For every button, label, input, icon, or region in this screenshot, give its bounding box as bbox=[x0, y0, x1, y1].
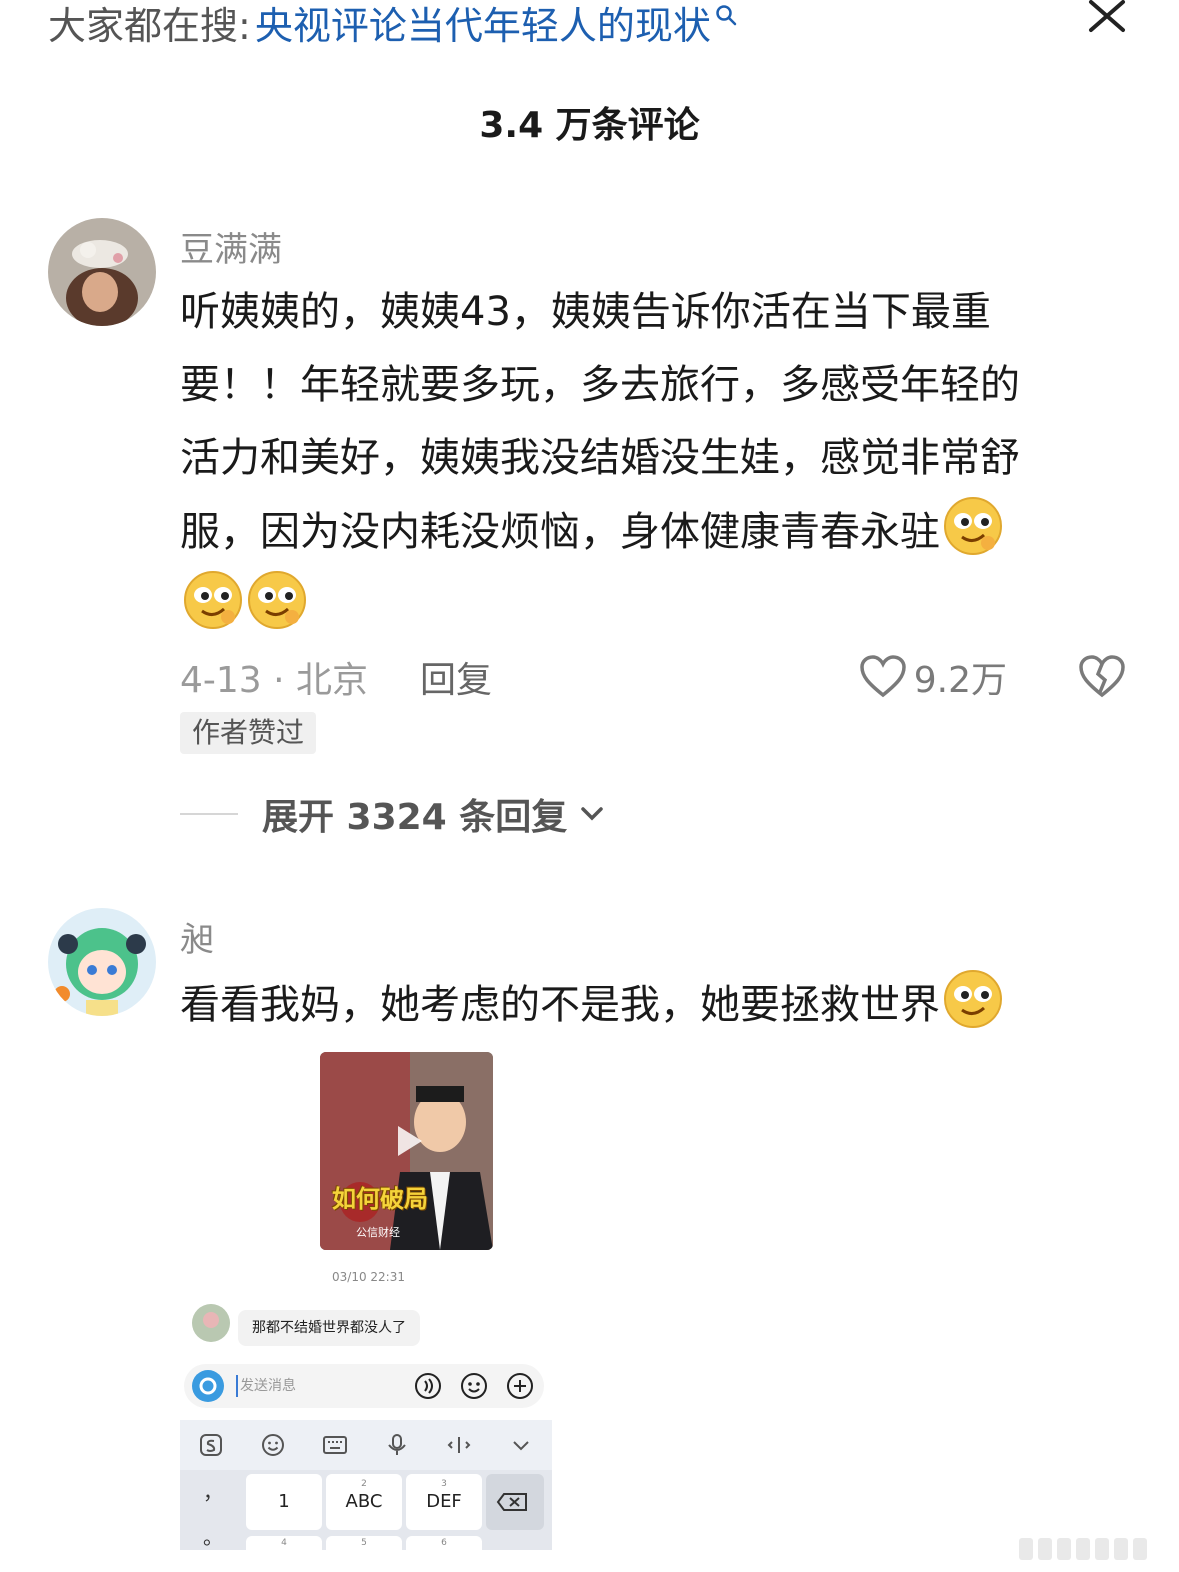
key-number: 3 bbox=[441, 1479, 447, 1489]
emoji-icon[interactable] bbox=[460, 1372, 488, 1400]
expand-replies-label: 展开 3324 条回复 bbox=[262, 797, 568, 838]
expand-replies-button[interactable]: 展开 3324 条回复 bbox=[180, 788, 607, 840]
emoji-icon[interactable] bbox=[260, 1432, 286, 1458]
broken-heart-icon[interactable] bbox=[1077, 652, 1127, 702]
key-4[interactable]: 4 bbox=[246, 1536, 322, 1550]
keyboard-icon[interactable] bbox=[322, 1432, 348, 1458]
cursor-move-icon[interactable] bbox=[446, 1432, 472, 1458]
username[interactable]: 豆满满 bbox=[180, 222, 282, 271]
comment-line-text: 看看我妈，她考虑的不是我，她要拯救世界 bbox=[180, 982, 940, 1028]
comment-count-title: 3.4 万条评论 bbox=[479, 105, 700, 146]
smirk-emoji-icon bbox=[248, 571, 306, 629]
punctuation-comma: ， bbox=[203, 1480, 223, 1504]
comment-line bbox=[180, 569, 1120, 643]
chevron-down-icon bbox=[581, 807, 604, 821]
video-caption: 如何破局 bbox=[332, 1185, 428, 1213]
camera-icon[interactable] bbox=[192, 1370, 224, 1402]
delete-key[interactable] bbox=[486, 1474, 544, 1530]
author-liked-badge: 作者赞过 bbox=[180, 712, 317, 754]
heart-icon bbox=[859, 655, 906, 698]
key-1[interactable]: 1 bbox=[246, 1474, 322, 1530]
close-icon[interactable] bbox=[1087, 0, 1127, 40]
key-number: 5 bbox=[361, 1538, 367, 1548]
video-channel: 公信财经 bbox=[356, 1226, 400, 1239]
backspace-icon bbox=[496, 1493, 527, 1511]
microphone-icon[interactable] bbox=[384, 1432, 410, 1458]
comment-text: 看看我妈，她考虑的不是我，她要拯救世界 bbox=[180, 968, 1120, 1042]
reply-button[interactable]: 回复 bbox=[420, 651, 492, 703]
username[interactable]: 昶 bbox=[180, 912, 214, 961]
comment-text: 听姨姨的，姨姨43，姨姨告诉你活在当下最重 要！！年轻就要多玩，多去旅行，多感受… bbox=[180, 276, 1120, 643]
avatar[interactable] bbox=[48, 908, 156, 1016]
sogou-icon[interactable] bbox=[198, 1432, 224, 1458]
message-input-bar[interactable]: 发送消息 bbox=[184, 1364, 544, 1408]
plus-icon[interactable] bbox=[506, 1372, 534, 1400]
search-term-link[interactable]: 央视评论当代年轻人的现状 bbox=[255, 0, 711, 52]
comment-line: 要！！年轻就要多玩，多去旅行，多感受年轻的 bbox=[180, 362, 1020, 408]
avatar bbox=[192, 1304, 230, 1342]
key-abc[interactable]: 2 ABC bbox=[326, 1474, 402, 1530]
keyboard-toolbar bbox=[180, 1420, 552, 1470]
smirk-emoji-icon bbox=[184, 571, 242, 629]
key-number: 2 bbox=[361, 1479, 367, 1489]
video-thumbnail[interactable]: 如何破局 公信财经 bbox=[320, 1052, 493, 1250]
punctuation-key[interactable]: ， 。 bbox=[186, 1470, 240, 1550]
comment-meta: 4-13 · 北京 回复 9.2万 bbox=[180, 652, 1127, 702]
avatar[interactable] bbox=[48, 218, 156, 326]
comment-line: 听姨姨的，姨姨43，姨姨告诉你活在当下最重 bbox=[180, 289, 991, 335]
key-number: 4 bbox=[281, 1538, 287, 1548]
message-input[interactable]: 发送消息 bbox=[236, 1375, 296, 1397]
like-button[interactable]: 9.2万 bbox=[858, 651, 1007, 703]
comment-line: 服，因为没内耗没烦恼，身体健康青春永驻 bbox=[180, 495, 1120, 569]
key-6[interactable]: 6 bbox=[406, 1536, 482, 1550]
search-icon[interactable] bbox=[715, 4, 737, 26]
punctuation-period: 。 bbox=[203, 1525, 223, 1549]
smirk-emoji-icon bbox=[944, 497, 1002, 555]
chevron-down-icon[interactable] bbox=[508, 1432, 534, 1458]
keyboard-keys: ， 。 1 2 ABC 3 DEF 4 5 6 bbox=[180, 1470, 552, 1550]
comment-date-location: 4-13 · 北京 bbox=[180, 660, 369, 701]
comment-line: 活力和美好，姨姨我没结婚没生娃，感觉非常舒 bbox=[180, 435, 1020, 481]
divider bbox=[180, 813, 238, 815]
watermark bbox=[1019, 1536, 1159, 1562]
key-5[interactable]: 5 bbox=[326, 1536, 402, 1550]
key-label: 1 bbox=[278, 1491, 290, 1512]
like-count: 9.2万 bbox=[913, 660, 1007, 701]
search-suggestion-bar[interactable]: 大家都在搜: 央视评论当代年轻人的现状 bbox=[48, 0, 1139, 52]
search-prefix: 大家都在搜: bbox=[48, 4, 251, 48]
key-number: 6 bbox=[441, 1538, 447, 1548]
smirk-emoji-icon bbox=[944, 970, 1002, 1028]
key-def[interactable]: 3 DEF bbox=[406, 1474, 482, 1530]
chat-message-bubble: 那都不结婚世界都没人了 bbox=[238, 1310, 420, 1346]
comment-line-text: 服，因为没内耗没烦恼，身体健康青春永驻 bbox=[180, 509, 940, 555]
voice-icon[interactable] bbox=[414, 1372, 442, 1400]
play-icon[interactable] bbox=[394, 1124, 424, 1158]
message-timestamp: 03/10 22:31 bbox=[332, 1270, 405, 1284]
attached-screenshot[interactable]: 如何破局 公信财经 03/10 22:31 那都不结婚世界都没人了 发送消息 ， bbox=[180, 1050, 552, 1550]
